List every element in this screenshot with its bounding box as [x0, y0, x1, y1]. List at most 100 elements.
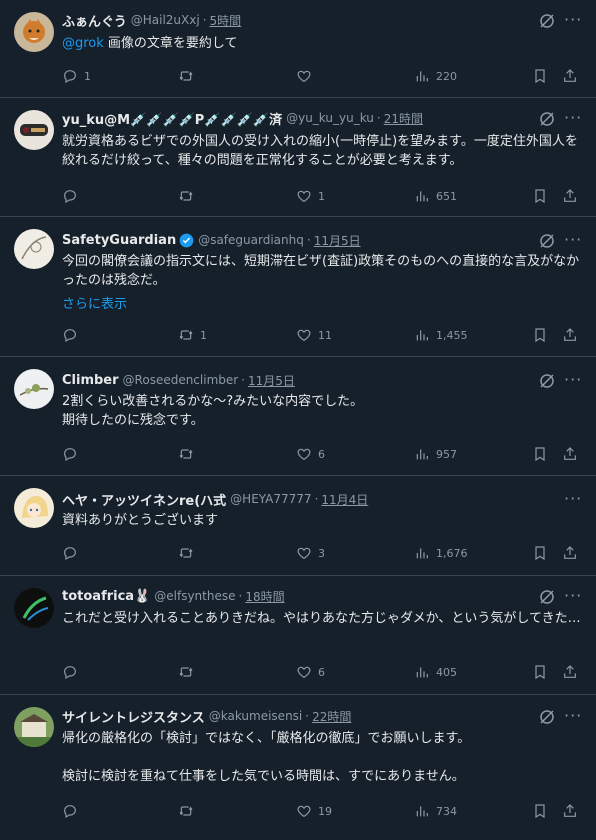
action-bar: 1 651	[62, 186, 582, 206]
tweet-text: 資料ありがとうございます	[62, 513, 219, 528]
views-button[interactable]: 405	[414, 662, 457, 682]
reply-count: 1	[84, 69, 91, 83]
avatar[interactable]	[14, 707, 54, 747]
more-icon[interactable]: ···	[564, 707, 582, 725]
like-button[interactable]: 1	[296, 186, 325, 206]
display-name[interactable]: サイレントレジスタンス	[62, 707, 205, 726]
share-button[interactable]	[562, 325, 578, 345]
user-handle[interactable]: @elfsynthese	[154, 589, 235, 603]
more-icon[interactable]: ···	[564, 109, 582, 127]
tweet-header: ふぁんぐう @Hail2uXxj · 5時間	[62, 10, 241, 30]
grok-icon[interactable]	[538, 12, 556, 30]
user-handle[interactable]: @kakumeisensi	[209, 709, 303, 723]
timestamp[interactable]: 21時間	[384, 110, 423, 127]
retweet-button[interactable]	[178, 801, 200, 821]
display-name[interactable]: Climber	[62, 373, 119, 388]
reply-button[interactable]	[62, 325, 84, 345]
tweet[interactable]: ヘヤ・アッツイネンre(ハ式 @HEYA77777 · 11月4日 ··· 資料…	[0, 476, 596, 576]
share-button[interactable]	[562, 66, 578, 86]
bookmark-button[interactable]	[532, 543, 548, 563]
grok-icon[interactable]	[538, 708, 556, 726]
avatar[interactable]	[14, 588, 54, 628]
bookmark-button[interactable]	[532, 444, 548, 464]
timestamp[interactable]: 11月4日	[321, 491, 368, 508]
like-button[interactable]: 6	[296, 662, 325, 682]
bookmark-button[interactable]	[532, 662, 548, 682]
grok-icon[interactable]	[538, 110, 556, 128]
views-button[interactable]: 1,676	[414, 543, 468, 563]
grok-icon[interactable]	[538, 372, 556, 390]
bookmark-button[interactable]	[532, 186, 548, 206]
bookmark-icon	[532, 446, 548, 462]
user-handle[interactable]: @safeguardianhq	[198, 233, 304, 247]
user-handle[interactable]: @HEYA77777	[230, 492, 311, 506]
reply-button[interactable]	[62, 186, 84, 206]
share-button[interactable]	[562, 662, 578, 682]
bookmark-button[interactable]	[532, 801, 548, 821]
views-button[interactable]: 734	[414, 801, 457, 821]
retweet-button[interactable]	[178, 543, 200, 563]
display-name[interactable]: ふぁんぐう	[62, 11, 127, 30]
views-button[interactable]: 957	[414, 444, 457, 464]
show-more-link[interactable]: さらに表示	[62, 293, 127, 312]
retweet-button[interactable]	[178, 662, 200, 682]
retweet-button[interactable]	[178, 444, 200, 464]
retweet-button[interactable]	[178, 186, 200, 206]
views-button[interactable]: 220	[414, 66, 457, 86]
grok-icon[interactable]	[538, 232, 556, 250]
like-button[interactable]: 6	[296, 444, 325, 464]
more-icon[interactable]: ···	[564, 490, 582, 508]
tweet[interactable]: SafetyGuardian @safeguardianhq · 11月5日 ·…	[0, 217, 596, 357]
tweet[interactable]: サイレントレジスタンス @kakumeisensi · 22時間 ··· 帰化の…	[0, 695, 596, 840]
separator-dot: ·	[241, 373, 246, 387]
retweet-button[interactable]	[178, 66, 200, 86]
bookmark-button[interactable]	[532, 66, 548, 86]
avatar[interactable]	[14, 12, 54, 52]
bookmark-button[interactable]	[532, 325, 548, 345]
action-bar: 1 11 1,455	[62, 325, 582, 345]
tweet[interactable]: yu_ku@M💉💉💉💉P💉💉💉💉済 @yu_ku_yu_ku · 21時間 ··…	[0, 98, 596, 217]
grok-icon[interactable]	[538, 588, 556, 606]
reply-button[interactable]: 1	[62, 66, 91, 86]
timestamp[interactable]: 5時間	[210, 12, 242, 29]
avatar[interactable]	[14, 488, 54, 528]
tweet[interactable]: Climber @Roseedenclimber · 11月5日 ··· 2割く…	[0, 357, 596, 476]
share-button[interactable]	[562, 543, 578, 563]
more-icon[interactable]: ···	[564, 11, 582, 29]
display-name[interactable]: yu_ku@M💉💉💉💉P💉💉💉💉済	[62, 109, 282, 128]
action-bar: 6 957	[62, 444, 582, 464]
views-button[interactable]: 651	[414, 186, 457, 206]
reply-button[interactable]	[62, 801, 84, 821]
avatar[interactable]	[14, 369, 54, 409]
avatar[interactable]	[14, 110, 54, 150]
tweet[interactable]: ふぁんぐう @Hail2uXxj · 5時間 ··· @grok 画像の文章を要…	[0, 0, 596, 98]
display-name[interactable]: totoafrica🐰	[62, 589, 150, 604]
share-button[interactable]	[562, 801, 578, 821]
display-name[interactable]: ヘヤ・アッツイネンre(ハ式	[62, 490, 226, 509]
timestamp[interactable]: 11月5日	[248, 372, 295, 389]
timestamp[interactable]: 11月5日	[314, 232, 361, 249]
timestamp[interactable]: 18時間	[245, 588, 284, 605]
share-button[interactable]	[562, 444, 578, 464]
more-icon[interactable]: ···	[564, 587, 582, 605]
like-button[interactable]	[296, 66, 318, 86]
user-handle[interactable]: @Roseedenclimber	[123, 373, 239, 387]
like-button[interactable]: 19	[296, 801, 332, 821]
reply-button[interactable]	[62, 543, 84, 563]
like-button[interactable]: 3	[296, 543, 325, 563]
tweet[interactable]: totoafrica🐰 @elfsynthese · 18時間 ··· これだと…	[0, 576, 596, 695]
avatar[interactable]	[14, 229, 54, 269]
mention-link[interactable]: @grok	[62, 36, 104, 51]
views-button[interactable]: 1,455	[414, 325, 468, 345]
user-handle[interactable]: @yu_ku_yu_ku	[286, 111, 374, 125]
user-handle[interactable]: @Hail2uXxj	[131, 13, 200, 27]
share-button[interactable]	[562, 186, 578, 206]
more-icon[interactable]: ···	[564, 371, 582, 389]
timestamp[interactable]: 22時間	[312, 708, 351, 725]
like-button[interactable]: 11	[296, 325, 332, 345]
reply-button[interactable]	[62, 444, 84, 464]
more-icon[interactable]: ···	[564, 231, 582, 249]
display-name[interactable]: SafetyGuardian	[62, 233, 176, 248]
reply-button[interactable]	[62, 662, 84, 682]
retweet-button[interactable]: 1	[178, 325, 207, 345]
